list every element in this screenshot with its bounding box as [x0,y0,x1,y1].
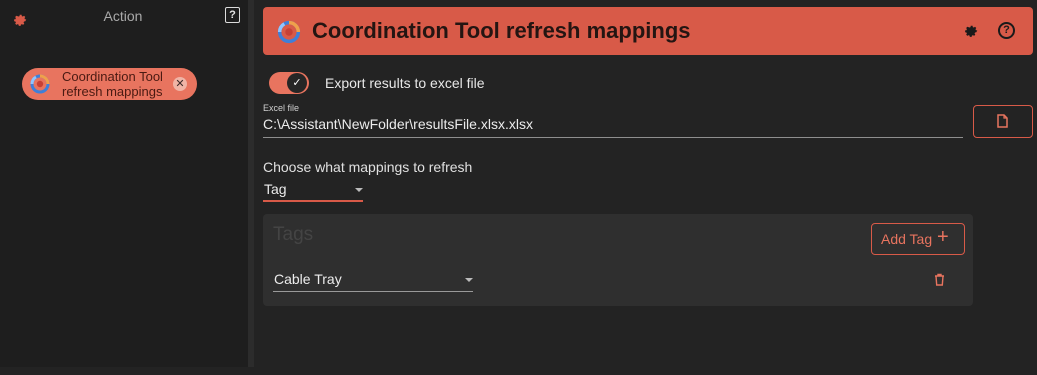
excel-file-caption: Excel file [263,103,300,113]
tag-select[interactable]: Cable Tray [273,269,473,293]
mappings-select-underline [263,200,363,202]
trash-icon[interactable] [934,273,945,286]
tag-select-underline [273,291,473,292]
export-toggle[interactable]: ✓ [269,72,309,94]
gear-icon[interactable] [963,23,979,39]
export-toggle-label: Export results to excel file [325,75,485,91]
add-tag-button[interactable]: Add Tag + [871,223,965,255]
check-icon: ✓ [287,73,307,93]
close-icon[interactable]: ✕ [173,77,187,91]
excel-file-underline [263,137,963,138]
sidebar: Action Tasks ? Coordination Tool refresh… [0,0,749,367]
main-panel: Coordination Tool refresh mappings ? ✓ E… [254,0,1037,367]
tag-select-value: Cable Tray [274,271,342,287]
help-circle-icon[interactable]: ? [998,22,1015,39]
app-logo-icon [277,20,301,44]
mappings-select[interactable]: Tag [263,179,363,202]
caret-down-icon [355,188,363,192]
task-chip[interactable]: Coordination Tool refresh mappings ✕ [22,68,197,100]
browse-file-button[interactable] [973,105,1033,138]
gear-icon[interactable] [12,12,28,28]
caret-down-icon [465,278,473,282]
task-chip-label: Coordination Tool refresh mappings [62,69,163,99]
title-bar: Coordination Tool refresh mappings ? [263,7,1033,55]
sidebar-heading: Action Tasks [82,8,749,26]
document-icon [997,114,1008,128]
add-tag-label: Add Tag [881,231,933,247]
help-box-icon[interactable]: ? [225,7,240,23]
excel-file-input[interactable]: C:\Assistant\NewFolder\resultsFile.xlsx.… [263,116,533,132]
tags-title: Tags [273,224,314,245]
app-logo-icon [30,74,50,94]
tags-panel: Tags Add Tag + Cable Tray [263,214,973,306]
page-title: Coordination Tool refresh mappings [312,18,691,43]
mappings-select-value: Tag [264,181,287,197]
mappings-label: Choose what mappings to refresh [263,159,473,175]
sidebar-heading-sub: Action [103,8,143,24]
plus-icon: + [937,226,949,248]
